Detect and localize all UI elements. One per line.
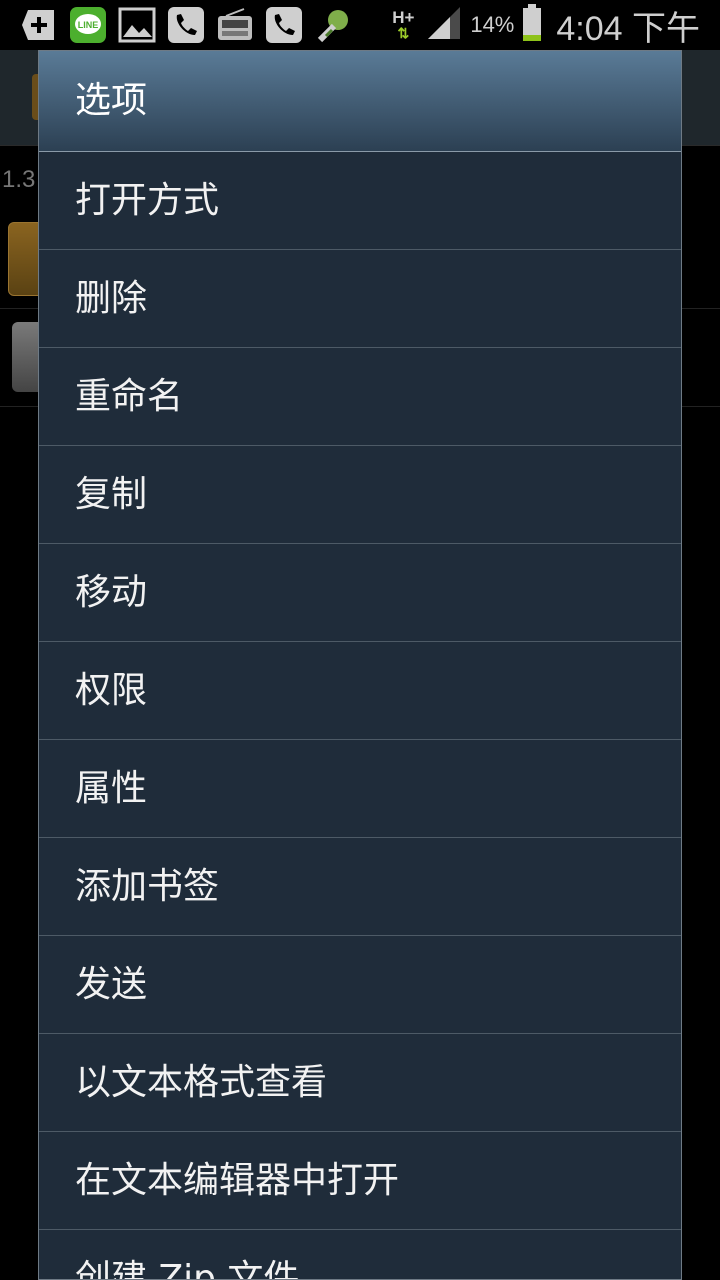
status-bar: LINE H+ ⇅ 14% 4:04 下午 — [0, 0, 720, 50]
menu-item-copy[interactable]: 复制 — [39, 446, 681, 544]
menu-item-label: 重命名 — [75, 376, 184, 417]
menu-item-add-bookmark[interactable]: 添加书签 — [39, 838, 681, 936]
menu-item-label: 发送 — [75, 964, 148, 1005]
screen: LINE H+ ⇅ 14% 4:04 下午 1.3 选项 打开方式 删除 重命名… — [0, 0, 720, 1280]
menu-item-label: 权限 — [75, 670, 148, 711]
network-type: H+ ⇅ — [388, 5, 418, 45]
signal-icon — [426, 5, 462, 45]
options-menu: 打开方式 删除 重命名 复制 移动 权限 属性 添加书签 发送 以文本格式查看 … — [39, 152, 681, 1280]
menu-item-label: 删除 — [75, 278, 148, 319]
image-icon — [118, 6, 156, 44]
background-size-text: 1.3 — [2, 166, 36, 193]
menu-item-properties[interactable]: 属性 — [39, 740, 681, 838]
menu-item-label: 以文本格式查看 — [75, 1062, 328, 1103]
menu-item-label: 移动 — [75, 572, 148, 613]
menu-item-label: 创建 Zip 文件 — [75, 1258, 300, 1280]
phone-icon — [265, 6, 303, 44]
menu-item-permissions[interactable]: 权限 — [39, 642, 681, 740]
phone-icon — [167, 6, 205, 44]
menu-item-create-zip[interactable]: 创建 Zip 文件 — [39, 1230, 681, 1280]
menu-item-open-with[interactable]: 打开方式 — [39, 152, 681, 250]
notification-icons: LINE — [20, 5, 352, 45]
menu-item-label: 复制 — [75, 474, 148, 515]
menu-item-send[interactable]: 发送 — [39, 936, 681, 1034]
data-arrows-icon: ⇅ — [397, 25, 410, 41]
status-right: H+ ⇅ 14% 4:04 下午 — [388, 0, 700, 50]
menu-item-delete[interactable]: 删除 — [39, 250, 681, 348]
battery-icon — [522, 4, 542, 46]
add-icon — [20, 6, 58, 44]
wrench-icon — [314, 6, 352, 44]
menu-item-label: 添加书签 — [75, 866, 220, 907]
dialog-title: 选项 — [75, 80, 148, 121]
menu-item-label: 打开方式 — [75, 180, 220, 221]
menu-item-label: 在文本编辑器中打开 — [75, 1160, 400, 1201]
radio-icon — [216, 6, 254, 44]
menu-item-move[interactable]: 移动 — [39, 544, 681, 642]
menu-item-rename[interactable]: 重命名 — [39, 348, 681, 446]
svg-text:LINE: LINE — [78, 20, 99, 30]
menu-item-label: 属性 — [75, 768, 148, 809]
clock: 4:04 下午 — [556, 9, 700, 48]
menu-item-open-in-text-editor[interactable]: 在文本编辑器中打开 — [39, 1132, 681, 1230]
dialog-header: 选项 — [39, 51, 681, 152]
battery-percent: 14% — [470, 12, 515, 37]
line-app-icon: LINE — [69, 6, 107, 44]
menu-item-view-as-text[interactable]: 以文本格式查看 — [39, 1034, 681, 1132]
network-type-label: H+ — [392, 8, 415, 27]
options-dialog: 选项 打开方式 删除 重命名 复制 移动 权限 属性 添加书签 发送 以文本格式… — [38, 50, 682, 1280]
